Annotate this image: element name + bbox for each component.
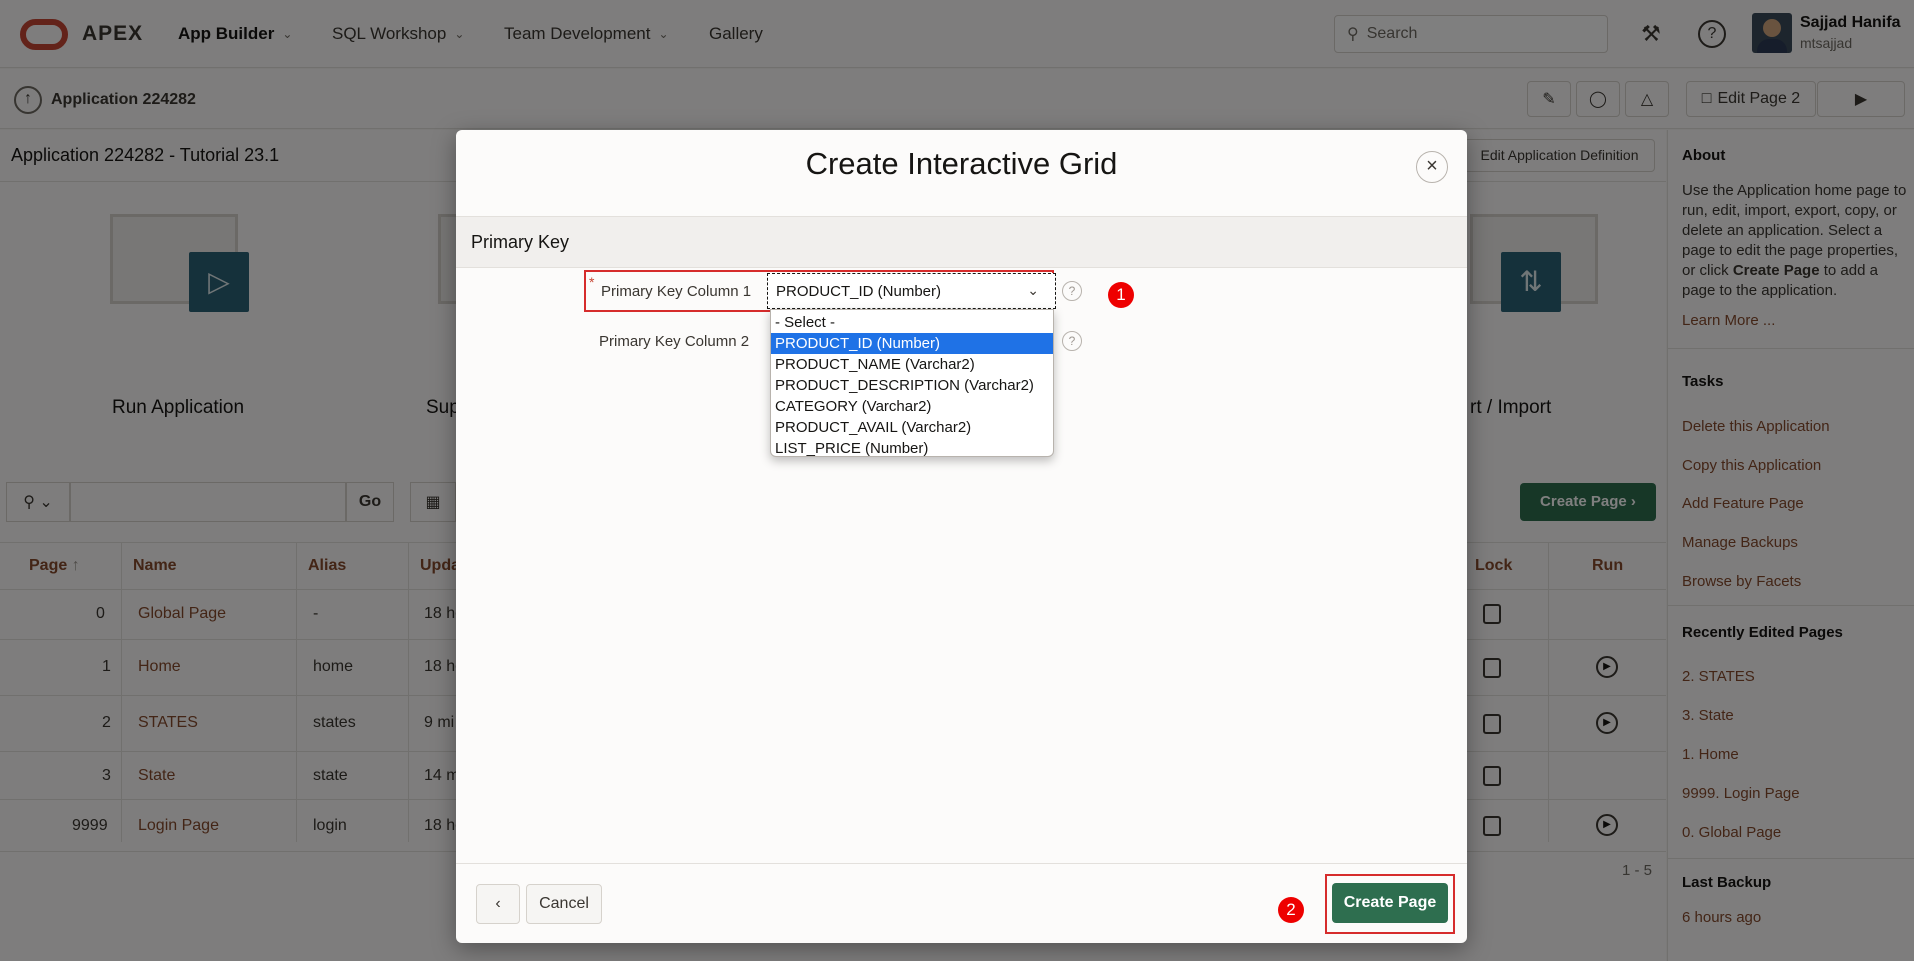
option-product-id[interactable]: PRODUCT_ID (Number): [771, 333, 1053, 354]
region-title: Primary Key: [471, 232, 570, 252]
primary-key-region: Primary Key: [456, 216, 1467, 268]
close-icon[interactable]: ×: [1416, 151, 1448, 183]
option-select[interactable]: - Select -: [771, 312, 1053, 333]
annotation-badge-1: 1: [1108, 282, 1134, 308]
option-category[interactable]: CATEGORY (Varchar2): [771, 396, 1053, 417]
pk1-selected-value: PRODUCT_ID (Number): [776, 283, 942, 300]
dialog-footer: ‹ Cancel 2 Create Page: [456, 863, 1467, 943]
help-icon[interactable]: ?: [1062, 331, 1082, 351]
previous-button[interactable]: ‹: [476, 884, 520, 924]
create-interactive-grid-dialog: Create Interactive Grid × Primary Key * …: [456, 130, 1467, 943]
option-product-name[interactable]: PRODUCT_NAME (Varchar2): [771, 354, 1053, 375]
dialog-create-page-button[interactable]: Create Page: [1332, 883, 1448, 923]
option-product-description[interactable]: PRODUCT_DESCRIPTION (Varchar2): [771, 375, 1053, 396]
option-product-avail[interactable]: PRODUCT_AVAIL (Varchar2): [771, 417, 1053, 438]
cancel-button[interactable]: Cancel: [526, 884, 602, 924]
pk1-label: Primary Key Column 1: [601, 283, 752, 300]
pk1-dropdown-list: - Select - PRODUCT_ID (Number) PRODUCT_N…: [770, 309, 1054, 457]
chevron-down-icon: ⌄: [1027, 282, 1039, 298]
pk1-select[interactable]: PRODUCT_ID (Number) ⌄: [767, 273, 1056, 309]
help-icon[interactable]: ?: [1062, 281, 1082, 301]
required-indicator: *: [589, 274, 595, 290]
option-list-price[interactable]: LIST_PRICE (Number): [771, 438, 1053, 459]
annotation-badge-2: 2: [1278, 897, 1304, 923]
pk2-label: Primary Key Column 2: [599, 333, 750, 350]
dialog-title: Create Interactive Grid: [805, 146, 1118, 181]
